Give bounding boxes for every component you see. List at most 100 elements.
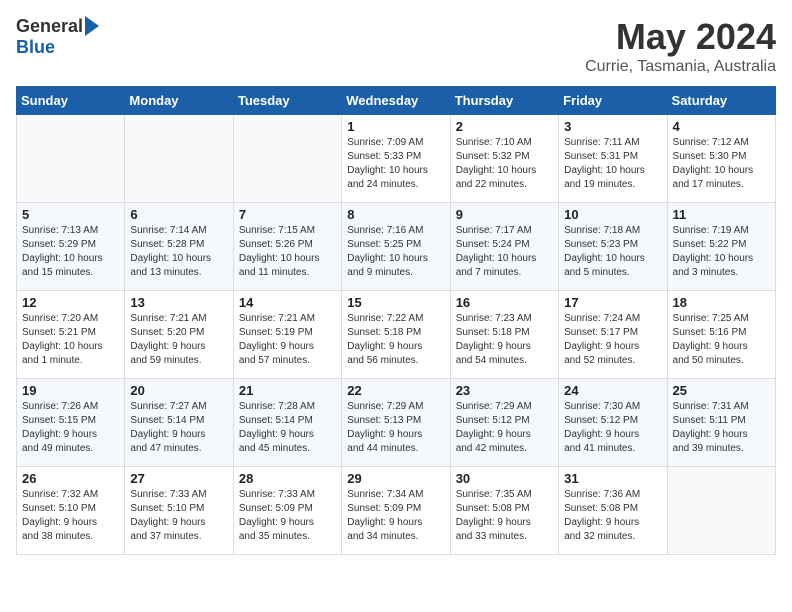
day-number: 26	[22, 471, 119, 486]
calendar-cell: 9Sunrise: 7:17 AM Sunset: 5:24 PM Daylig…	[450, 203, 558, 291]
day-number: 17	[564, 295, 661, 310]
title-block: May 2024 Currie, Tasmania, Australia	[585, 16, 776, 76]
day-detail: Sunrise: 7:22 AM Sunset: 5:18 PM Dayligh…	[347, 312, 444, 368]
calendar-cell	[17, 115, 125, 203]
page-subtitle: Currie, Tasmania, Australia	[585, 58, 776, 76]
calendar-table: Sunday Monday Tuesday Wednesday Thursday…	[16, 86, 776, 555]
day-detail: Sunrise: 7:20 AM Sunset: 5:21 PM Dayligh…	[22, 312, 119, 368]
day-number: 20	[130, 383, 227, 398]
day-detail: Sunrise: 7:35 AM Sunset: 5:08 PM Dayligh…	[456, 488, 553, 544]
col-friday: Friday	[559, 87, 667, 115]
calendar-cell: 22Sunrise: 7:29 AM Sunset: 5:13 PM Dayli…	[342, 379, 450, 467]
calendar-cell: 30 Sunrise: 7:35 AM Sunset: 5:08 PM Dayli…	[450, 467, 558, 555]
calendar-cell: 29 Sunrise: 7:34 AM Sunset: 5:09 PM Dayli…	[342, 467, 450, 555]
calendar-cell: 28Sunrise: 7:33 AM Sunset: 5:09 PM Dayli…	[233, 467, 341, 555]
day-detail: Sunrise: 7:14 AM Sunset: 5:28 PM Dayligh…	[130, 224, 227, 280]
day-number: 4	[673, 119, 770, 134]
page: General Blue May 2024 Currie, Tasmania, …	[0, 0, 792, 565]
day-detail: Sunrise: 7:16 AM Sunset: 5:25 PM Dayligh…	[347, 224, 444, 280]
day-number: 22	[347, 383, 444, 398]
day-number: 24	[564, 383, 661, 398]
day-number: 5	[22, 207, 119, 222]
calendar-cell: 10 Sunrise: 7:18 AM Sunset: 5:23 PM Dayli…	[559, 203, 667, 291]
calendar-header-row: Sunday Monday Tuesday Wednesday Thursday…	[17, 87, 776, 115]
calendar-cell: 4 Sunrise: 7:12 AM Sunset: 5:30 PM Daylig…	[667, 115, 775, 203]
day-number: 11	[673, 207, 770, 222]
day-detail: Sunrise: 7:19 AM Sunset: 5:22 PM Dayligh…	[673, 224, 770, 280]
calendar-week-row: 12 Sunrise: 7:20 AM Sunset: 5:21 PM Dayli…	[17, 291, 776, 379]
day-detail: Sunrise: 7:13 AM Sunset: 5:29 PM Dayligh…	[22, 224, 119, 280]
day-detail: Sunrise: 7:36 AM Sunset: 5:08 PM Dayligh…	[564, 488, 661, 544]
day-number: 12	[22, 295, 119, 310]
calendar-cell: 17 Sunrise: 7:24 AM Sunset: 5:17 PM Dayli…	[559, 291, 667, 379]
day-number: 1	[347, 119, 444, 134]
day-detail: Sunrise: 7:18 AM Sunset: 5:23 PM Dayligh…	[564, 224, 661, 280]
calendar-week-row: 26 Sunrise: 7:32 AM Sunset: 5:10 PM Dayli…	[17, 467, 776, 555]
day-detail: Sunrise: 7:26 AM Sunset: 5:15 PM Dayligh…	[22, 400, 119, 456]
day-number: 14	[239, 295, 336, 310]
day-number: 16	[456, 295, 553, 310]
calendar-week-row: 5 Sunrise: 7:13 AM Sunset: 5:29 PM Daylig…	[17, 203, 776, 291]
calendar-week-row: 1 Sunrise: 7:09 AM Sunset: 5:33 PM Daylig…	[17, 115, 776, 203]
calendar-cell: 2Sunrise: 7:10 AM Sunset: 5:32 PM Daylig…	[450, 115, 558, 203]
logo-blue: Blue	[16, 37, 55, 57]
day-number: 30	[456, 471, 553, 486]
calendar-cell: 12 Sunrise: 7:20 AM Sunset: 5:21 PM Dayli…	[17, 291, 125, 379]
calendar-cell: 19 Sunrise: 7:26 AM Sunset: 5:15 PM Dayli…	[17, 379, 125, 467]
day-number: 15	[347, 295, 444, 310]
day-number: 21	[239, 383, 336, 398]
day-number: 23	[456, 383, 553, 398]
day-detail: Sunrise: 7:32 AM Sunset: 5:10 PM Dayligh…	[22, 488, 119, 544]
col-thursday: Thursday	[450, 87, 558, 115]
day-detail: Sunrise: 7:21 AM Sunset: 5:19 PM Dayligh…	[239, 312, 336, 368]
calendar-cell: 31 Sunrise: 7:36 AM Sunset: 5:08 PM Dayli…	[559, 467, 667, 555]
day-detail: Sunrise: 7:12 AM Sunset: 5:30 PM Dayligh…	[673, 136, 770, 192]
col-wednesday: Wednesday	[342, 87, 450, 115]
day-detail: Sunrise: 7:15 AM Sunset: 5:26 PM Dayligh…	[239, 224, 336, 280]
day-number: 7	[239, 207, 336, 222]
calendar-cell: 14 Sunrise: 7:21 AM Sunset: 5:19 PM Dayli…	[233, 291, 341, 379]
day-number: 2	[456, 119, 553, 134]
calendar-cell: 8 Sunrise: 7:16 AM Sunset: 5:25 PM Daylig…	[342, 203, 450, 291]
day-number: 8	[347, 207, 444, 222]
day-detail: Sunrise: 7:09 AM Sunset: 5:33 PM Dayligh…	[347, 136, 444, 192]
day-detail: Sunrise: 7:23 AM Sunset: 5:18 PM Dayligh…	[456, 312, 553, 368]
day-number: 9	[456, 207, 553, 222]
calendar-cell: 26 Sunrise: 7:32 AM Sunset: 5:10 PM Dayli…	[17, 467, 125, 555]
calendar-cell	[667, 467, 775, 555]
day-detail: Sunrise: 7:29 AM Sunset: 5:12 PM Dayligh…	[456, 400, 553, 456]
calendar-cell: 18 Sunrise: 7:25 AM Sunset: 5:16 PM Dayli…	[667, 291, 775, 379]
day-number: 10	[564, 207, 661, 222]
day-detail: Sunrise: 7:33 AM Sunset: 5:10 PM Dayligh…	[130, 488, 227, 544]
calendar-cell: 6 Sunrise: 7:14 AM Sunset: 5:28 PM Daylig…	[125, 203, 233, 291]
logo: General Blue	[16, 16, 99, 58]
day-number: 19	[22, 383, 119, 398]
day-number: 3	[564, 119, 661, 134]
calendar-cell: 21Sunrise: 7:28 AM Sunset: 5:14 PM Dayli…	[233, 379, 341, 467]
day-detail: Sunrise: 7:24 AM Sunset: 5:17 PM Dayligh…	[564, 312, 661, 368]
calendar-week-row: 19 Sunrise: 7:26 AM Sunset: 5:15 PM Dayli…	[17, 379, 776, 467]
calendar-cell: 7 Sunrise: 7:15 AM Sunset: 5:26 PM Daylig…	[233, 203, 341, 291]
calendar-cell: 20Sunrise: 7:27 AM Sunset: 5:14 PM Dayli…	[125, 379, 233, 467]
calendar-cell	[233, 115, 341, 203]
calendar-cell: 24Sunrise: 7:30 AM Sunset: 5:12 PM Dayli…	[559, 379, 667, 467]
calendar-cell: 16 Sunrise: 7:23 AM Sunset: 5:18 PM Dayli…	[450, 291, 558, 379]
calendar-cell: 15 Sunrise: 7:22 AM Sunset: 5:18 PM Dayli…	[342, 291, 450, 379]
calendar-cell: 27Sunrise: 7:33 AM Sunset: 5:10 PM Dayli…	[125, 467, 233, 555]
day-detail: Sunrise: 7:34 AM Sunset: 5:09 PM Dayligh…	[347, 488, 444, 544]
col-tuesday: Tuesday	[233, 87, 341, 115]
day-number: 18	[673, 295, 770, 310]
day-number: 25	[673, 383, 770, 398]
calendar-cell: 3Sunrise: 7:11 AM Sunset: 5:31 PM Daylig…	[559, 115, 667, 203]
header: General Blue May 2024 Currie, Tasmania, …	[16, 16, 776, 76]
calendar-cell	[125, 115, 233, 203]
day-number: 31	[564, 471, 661, 486]
day-detail: Sunrise: 7:25 AM Sunset: 5:16 PM Dayligh…	[673, 312, 770, 368]
col-monday: Monday	[125, 87, 233, 115]
day-number: 29	[347, 471, 444, 486]
logo-general: General	[16, 16, 83, 37]
calendar-cell: 13Sunrise: 7:21 AM Sunset: 5:20 PM Dayli…	[125, 291, 233, 379]
col-sunday: Sunday	[17, 87, 125, 115]
calendar-cell: 11 Sunrise: 7:19 AM Sunset: 5:22 PM Dayli…	[667, 203, 775, 291]
day-number: 6	[130, 207, 227, 222]
